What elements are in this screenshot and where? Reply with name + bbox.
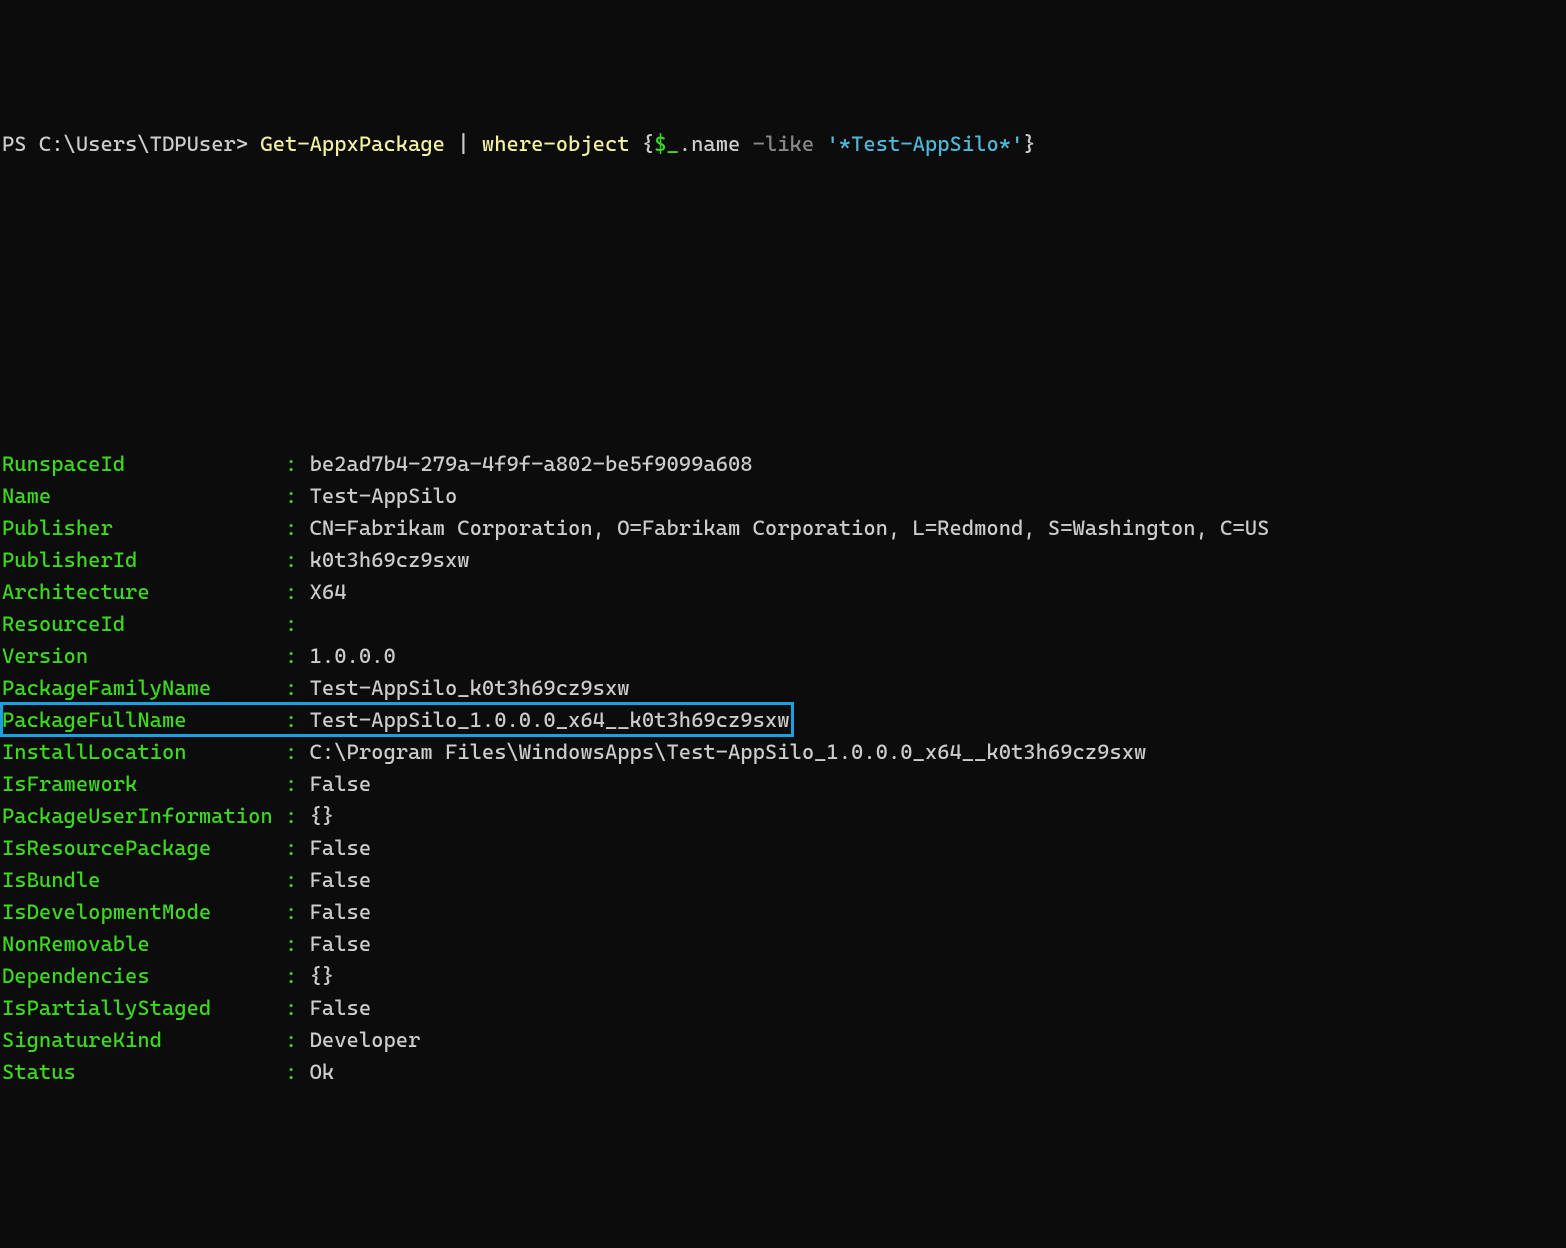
- property-separator: :: [273, 548, 310, 572]
- property-row: IsFramework : False: [2, 768, 1564, 800]
- property-row: PackageFamilyName : Test-AppSilo_k0t3h69…: [2, 672, 1564, 704]
- property-separator: :: [273, 484, 310, 508]
- property-key: ResourceId: [2, 612, 273, 636]
- property-key: Dependencies: [2, 964, 273, 988]
- space: [814, 132, 826, 156]
- prompt-path: C:\Users\TDPUser: [39, 132, 236, 156]
- property-separator: :: [273, 836, 310, 860]
- property-value: Ok: [310, 1060, 335, 1084]
- property-value: {}: [310, 804, 335, 828]
- property-separator: :: [273, 964, 310, 988]
- property-row: Dependencies : {}: [2, 960, 1564, 992]
- cmdlet-get-appxpackage: Get-AppxPackage: [260, 132, 445, 156]
- property-value: False: [310, 932, 372, 956]
- property-row: IsResourcePackage : False: [2, 832, 1564, 864]
- property-separator: :: [273, 580, 310, 604]
- property-key: SignatureKind: [2, 1028, 273, 1052]
- property-separator: :: [273, 644, 310, 668]
- property-value: Test-AppSilo_k0t3h69cz9sxw: [310, 676, 630, 700]
- property-value: False: [310, 772, 372, 796]
- property-separator: :: [273, 676, 310, 700]
- property-key: PackageFamilyName: [2, 676, 273, 700]
- property-key: Name: [2, 484, 273, 508]
- property-list: RunspaceId : be2ad7b4-279a-4f9f-a802-be5…: [2, 448, 1564, 1088]
- prompt-ps: PS: [2, 132, 39, 156]
- command-line: PS C:\Users\TDPUser> Get-AppxPackage | w…: [2, 128, 1564, 160]
- brace-close: }: [1023, 132, 1035, 156]
- property-value: False: [310, 836, 372, 860]
- property-row: IsDevelopmentMode : False: [2, 896, 1564, 928]
- property-row: RunspaceId : be2ad7b4-279a-4f9f-a802-be5…: [2, 448, 1564, 480]
- property-key: Publisher: [2, 516, 273, 540]
- property-key: PackageFullName: [2, 708, 273, 732]
- property-value: CN=Fabrikam Corporation, O=Fabrikam Corp…: [310, 516, 1270, 540]
- property-separator: :: [273, 1028, 310, 1052]
- blank-line: [2, 288, 1564, 320]
- space: [740, 132, 752, 156]
- property-key: IsPartiallyStaged: [2, 996, 273, 1020]
- property-key: Version: [2, 644, 273, 668]
- property-value: C:\Program Files\WindowsApps\Test-AppSil…: [310, 740, 1147, 764]
- property-key: IsFramework: [2, 772, 273, 796]
- property-row: SignatureKind : Developer: [2, 1024, 1564, 1056]
- property-row: Architecture : X64: [2, 576, 1564, 608]
- property-row: PackageUserInformation : {}: [2, 800, 1564, 832]
- pipe-operator: |: [445, 132, 482, 156]
- property-separator: :: [273, 516, 310, 540]
- property-separator: :: [273, 868, 310, 892]
- property-row: IsPartiallyStaged : False: [2, 992, 1564, 1024]
- property-separator: :: [273, 452, 310, 476]
- property-value: {}: [310, 964, 335, 988]
- cmdlet-where-object: where-object: [482, 132, 630, 156]
- property-value: k0t3h69cz9sxw: [310, 548, 470, 572]
- property-value: be2ad7b4-279a-4f9f-a802-be5f9099a608: [310, 452, 753, 476]
- property-row: ResourceId :: [2, 608, 1564, 640]
- property-separator: :: [273, 1060, 310, 1084]
- property-value: Developer: [310, 1028, 421, 1052]
- property-key: IsBundle: [2, 868, 273, 892]
- property-value: 1.0.0.0: [310, 644, 396, 668]
- property-key: InstallLocation: [2, 740, 273, 764]
- property-key: RunspaceId: [2, 452, 273, 476]
- property-key: PackageUserInformation: [2, 804, 273, 828]
- property-value: False: [310, 996, 372, 1020]
- property-row: NonRemovable : False: [2, 928, 1564, 960]
- string-literal: '*Test-AppSilo*': [826, 132, 1023, 156]
- prompt-gt: >: [236, 132, 261, 156]
- property-key: Status: [2, 1060, 273, 1084]
- property-separator: :: [273, 900, 310, 924]
- property-row: Publisher : CN=Fabrikam Corporation, O=F…: [2, 512, 1564, 544]
- property-key: NonRemovable: [2, 932, 273, 956]
- property-key: Architecture: [2, 580, 273, 604]
- property-separator: :: [273, 772, 310, 796]
- property-separator: :: [273, 932, 310, 956]
- property-value: False: [310, 868, 372, 892]
- property-key: PublisherId: [2, 548, 273, 572]
- property-value: Test-AppSilo: [310, 484, 458, 508]
- property-value: X64: [310, 580, 347, 604]
- property-value: False: [310, 900, 372, 924]
- property-separator: :: [273, 708, 310, 732]
- property-separator: :: [273, 996, 310, 1020]
- brace-open: {: [642, 132, 654, 156]
- property-access: .name: [679, 132, 741, 156]
- property-separator: :: [273, 612, 310, 636]
- automatic-variable: $_: [654, 132, 679, 156]
- property-row: Name : Test-AppSilo: [2, 480, 1564, 512]
- terminal-output[interactable]: PS C:\Users\TDPUser> Get-AppxPackage | w…: [0, 0, 1566, 1248]
- like-operator: -like: [753, 132, 815, 156]
- property-separator: :: [273, 740, 310, 764]
- property-value: Test-AppSilo_1.0.0.0_x64__k0t3h69cz9sxw: [310, 708, 790, 732]
- property-row: IsBundle : False: [2, 864, 1564, 896]
- property-row: PackageFullName : Test-AppSilo_1.0.0.0_x…: [2, 704, 1564, 736]
- property-row: Version : 1.0.0.0: [2, 640, 1564, 672]
- property-key: IsResourcePackage: [2, 836, 273, 860]
- property-separator: :: [273, 804, 310, 828]
- property-row: Status : Ok: [2, 1056, 1564, 1088]
- property-key: IsDevelopmentMode: [2, 900, 273, 924]
- property-row: InstallLocation : C:\Program Files\Windo…: [2, 736, 1564, 768]
- property-row: PublisherId : k0t3h69cz9sxw: [2, 544, 1564, 576]
- space: [630, 132, 642, 156]
